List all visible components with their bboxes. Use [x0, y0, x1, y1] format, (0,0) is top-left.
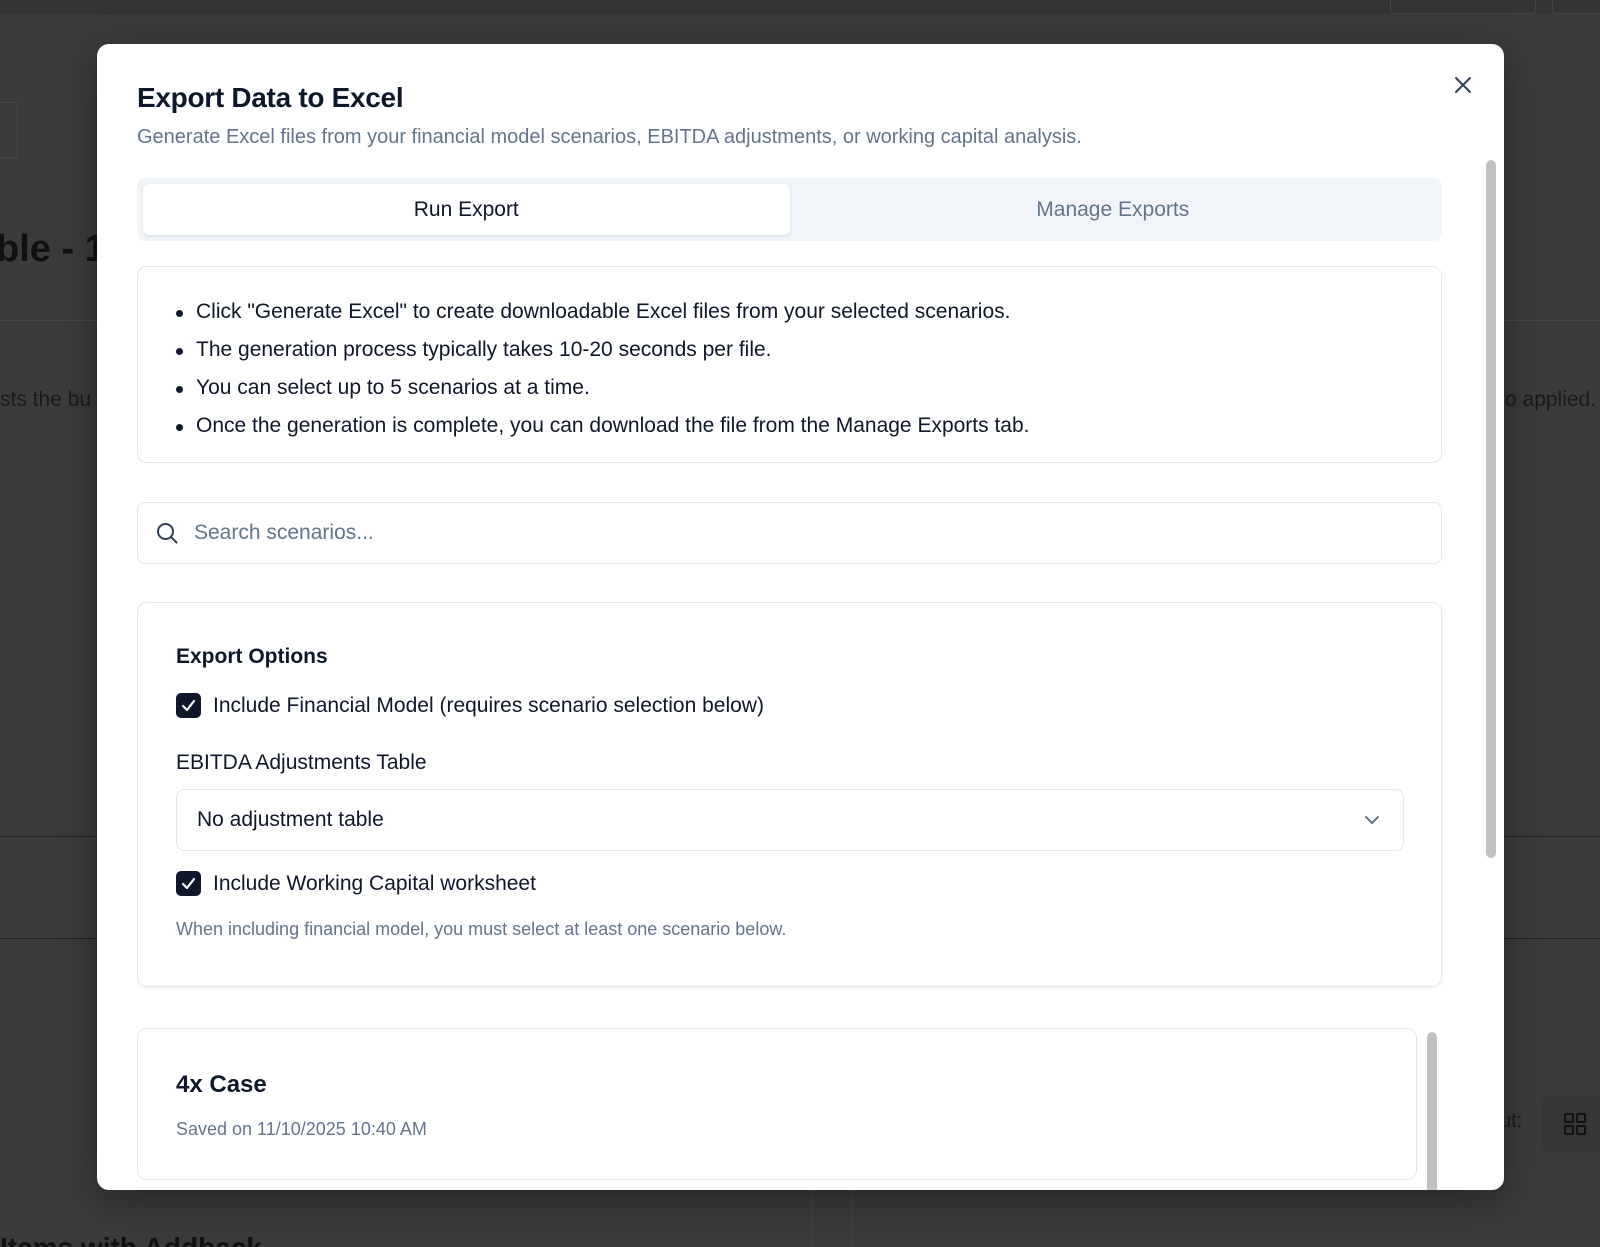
background-page-title: ble - 1 — [0, 228, 106, 270]
instruction-text: You can select up to — [196, 376, 391, 399]
list-item: The generation process typically takes 1… — [174, 331, 1405, 369]
checkbox-label: Include Working Capital worksheet — [213, 871, 536, 895]
scenario-list-scrollbar-thumb[interactable] — [1427, 1032, 1437, 1190]
dialog-content: Run Export Manage Exports Click "Generat… — [137, 178, 1489, 1190]
scenario-card[interactable]: 4x Case Saved on 11/10/2025 10:40 AM — [137, 1028, 1417, 1180]
scenario-list: 4x Case Saved on 11/10/2025 10:40 AM — [137, 1028, 1442, 1190]
close-icon — [1455, 77, 1471, 93]
background-topbar-control — [1390, 0, 1536, 14]
background-topbar-control — [1552, 0, 1600, 14]
export-options-heading: Export Options — [176, 645, 328, 668]
tab-run-export[interactable]: Run Export — [143, 184, 790, 235]
background-panel — [0, 102, 18, 158]
grid-view-icon — [1542, 1096, 1600, 1152]
background-topbar — [0, 0, 1600, 14]
instruction-text: tab. — [988, 414, 1030, 437]
check-icon[interactable] — [176, 871, 201, 896]
checkbox-label: Include Financial Model (requires scenar… — [213, 693, 764, 717]
list-item: Once the generation is complete, you can… — [174, 407, 1405, 445]
instructions-list: Click "Generate Excel" to create downloa… — [174, 293, 1405, 445]
export-options-card: Export Options Include Financial Model (… — [137, 602, 1442, 987]
tab-list: Run Export Manage Exports — [137, 178, 1442, 241]
instruction-text: Once the generation is complete, you can… — [196, 414, 836, 437]
background-divider — [852, 1190, 853, 1247]
tab-manage-exports[interactable]: Manage Exports — [790, 184, 1437, 235]
check-icon[interactable] — [176, 693, 201, 718]
search-box — [137, 502, 1442, 564]
scenario-list-scrollbar[interactable] — [1425, 1028, 1439, 1190]
search-input[interactable] — [194, 521, 1394, 545]
instruction-text: Click — [196, 300, 248, 323]
instructions-card: Click "Generate Excel" to create downloa… — [137, 266, 1442, 463]
background-section-title: Items with Addback — [0, 1232, 262, 1247]
include-financial-model-checkbox[interactable]: Include Financial Model (requires scenar… — [176, 693, 764, 718]
list-item: You can select up to 5 scenarios at a ti… — [174, 369, 1405, 407]
dialog-title: Export Data to Excel — [137, 82, 404, 113]
instruction-emphasis: 10-20 seconds per file — [559, 338, 766, 361]
scenario-name: 4x Case — [176, 1071, 267, 1098]
instruction-emphasis: 5 scenarios — [390, 376, 498, 399]
select-value: No adjustment table — [197, 808, 384, 831]
instruction-emphasis: "Generate Excel" — [247, 300, 407, 323]
list-item: Click "Generate Excel" to create downloa… — [174, 293, 1405, 331]
background-text: sts the bu — [0, 388, 92, 411]
close-button[interactable] — [1448, 70, 1478, 100]
export-dialog: Export Data to Excel Generate Excel file… — [97, 44, 1504, 1190]
instruction-text: . — [765, 338, 772, 361]
instruction-text: The generation process typically takes — [196, 338, 560, 361]
search-icon — [157, 523, 178, 544]
dialog-description: Generate Excel files from your financial… — [137, 126, 1082, 148]
helper-text: When including financial model, you must… — [176, 919, 787, 939]
ebitda-adjustments-select[interactable]: No adjustment table — [176, 789, 1404, 851]
include-working-capital-checkbox[interactable]: Include Working Capital worksheet — [176, 871, 536, 896]
chevron-down-icon — [1365, 816, 1379, 824]
instruction-emphasis: Manage Exports — [835, 414, 989, 437]
instruction-text: to create downloadable Excel files from … — [407, 300, 1011, 323]
background-divider — [812, 1190, 813, 1247]
background-text: o applied. — [1505, 388, 1597, 411]
instruction-text: at a time. — [497, 376, 590, 399]
ebitda-select-label: EBITDA Adjustments Table — [176, 751, 427, 774]
scenario-saved-date: Saved on 11/10/2025 10:40 AM — [176, 1119, 427, 1139]
